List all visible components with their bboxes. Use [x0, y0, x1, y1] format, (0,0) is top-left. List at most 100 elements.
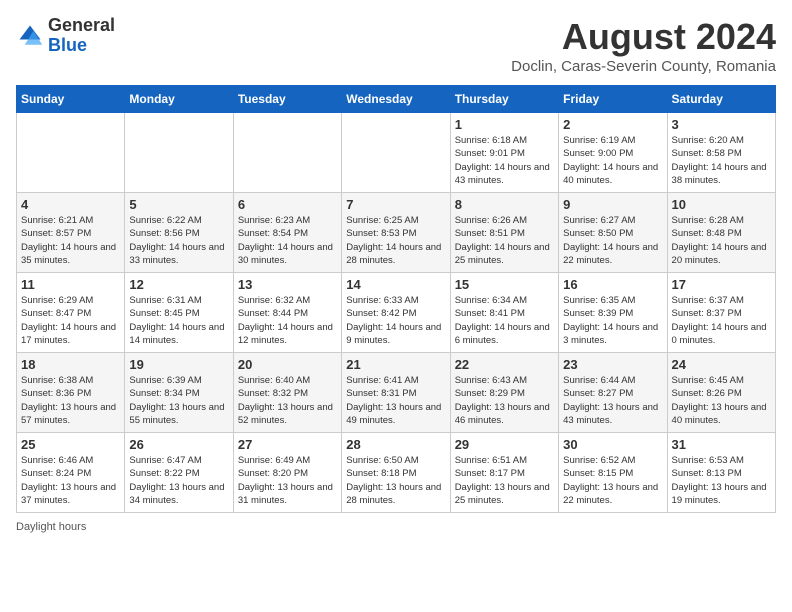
day-info: Sunrise: 6:46 AM Sunset: 8:24 PM Dayligh…	[21, 454, 120, 507]
day-number: 17	[672, 277, 771, 292]
calendar-cell: 21 Sunrise: 6:41 AM Sunset: 8:31 PM Dayli…	[342, 353, 450, 433]
day-number: 25	[21, 437, 120, 452]
weekday-header-saturday: Saturday	[667, 86, 775, 113]
calendar-cell	[17, 113, 125, 193]
day-number: 21	[346, 357, 445, 372]
day-number: 9	[563, 197, 662, 212]
day-info: Sunrise: 6:21 AM Sunset: 8:57 PM Dayligh…	[21, 214, 120, 267]
day-info: Sunrise: 6:27 AM Sunset: 8:50 PM Dayligh…	[563, 214, 662, 267]
day-number: 24	[672, 357, 771, 372]
day-number: 30	[563, 437, 662, 452]
day-number: 26	[129, 437, 228, 452]
day-number: 1	[455, 117, 554, 132]
calendar-cell: 5Sunrise: 6:22 AM Sunset: 8:56 PM Daylig…	[125, 193, 233, 273]
calendar-cell: 2 Sunrise: 6:19 AM Sunset: 9:00 PM Daylig…	[559, 113, 667, 193]
header: General Blue August 2024 Doclin, Caras-S…	[16, 16, 776, 75]
day-number: 10	[672, 197, 771, 212]
weekday-header-monday: Monday	[125, 86, 233, 113]
day-number: 2	[563, 117, 662, 132]
calendar-cell: 30Sunrise: 6:52 AM Sunset: 8:15 PM Dayli…	[559, 433, 667, 513]
calendar-cell: 18 Sunrise: 6:38 AM Sunset: 8:36 PM Dayli…	[17, 353, 125, 433]
calendar-cell: 17 Sunrise: 6:37 AM Sunset: 8:37 PM Dayli…	[667, 273, 775, 353]
day-info: Sunrise: 6:40 AM Sunset: 8:32 PM Dayligh…	[238, 374, 337, 427]
day-number: 28	[346, 437, 445, 452]
calendar-cell: 13Sunrise: 6:32 AM Sunset: 8:44 PM Dayli…	[233, 273, 341, 353]
day-info: Sunrise: 6:43 AM Sunset: 8:29 PM Dayligh…	[455, 374, 554, 427]
day-info: Sunrise: 6:26 AM Sunset: 8:51 PM Dayligh…	[455, 214, 554, 267]
calendar-cell: 15 Sunrise: 6:34 AM Sunset: 8:41 PM Dayli…	[450, 273, 558, 353]
calendar-cell: 27Sunrise: 6:49 AM Sunset: 8:20 PM Dayli…	[233, 433, 341, 513]
day-number: 31	[672, 437, 771, 452]
day-number: 23	[563, 357, 662, 372]
day-number: 11	[21, 277, 120, 292]
day-info: Sunrise: 6:45 AM Sunset: 8:26 PM Dayligh…	[672, 374, 771, 427]
calendar-cell: 20Sunrise: 6:40 AM Sunset: 8:32 PM Dayli…	[233, 353, 341, 433]
main-title: August 2024	[511, 16, 776, 58]
day-info: Sunrise: 6:31 AM Sunset: 8:45 PM Dayligh…	[129, 294, 228, 347]
day-info: Sunrise: 6:20 AM Sunset: 8:58 PM Dayligh…	[672, 134, 771, 187]
weekday-header-sunday: Sunday	[17, 86, 125, 113]
calendar-cell: 28 Sunrise: 6:50 AM Sunset: 8:18 PM Dayli…	[342, 433, 450, 513]
logo: General Blue	[16, 16, 115, 56]
calendar-cell	[342, 113, 450, 193]
day-number: 29	[455, 437, 554, 452]
day-number: 4	[21, 197, 120, 212]
day-number: 6	[238, 197, 337, 212]
day-number: 27	[238, 437, 337, 452]
day-number: 8	[455, 197, 554, 212]
calendar-cell: 29 Sunrise: 6:51 AM Sunset: 8:17 PM Dayli…	[450, 433, 558, 513]
day-info: Sunrise: 6:32 AM Sunset: 8:44 PM Dayligh…	[238, 294, 337, 347]
day-info: Sunrise: 6:41 AM Sunset: 8:31 PM Dayligh…	[346, 374, 445, 427]
weekday-header-row: SundayMondayTuesdayWednesdayThursdayFrid…	[17, 86, 776, 113]
day-info: Sunrise: 6:47 AM Sunset: 8:22 PM Dayligh…	[129, 454, 228, 507]
day-info: Sunrise: 6:25 AM Sunset: 8:53 PM Dayligh…	[346, 214, 445, 267]
weekday-header-thursday: Thursday	[450, 86, 558, 113]
subtitle: Doclin, Caras-Severin County, Romania	[511, 58, 776, 75]
day-info: Sunrise: 6:34 AM Sunset: 8:41 PM Dayligh…	[455, 294, 554, 347]
calendar-cell: 9 Sunrise: 6:27 AM Sunset: 8:50 PM Daylig…	[559, 193, 667, 273]
title-area: August 2024 Doclin, Caras-Severin County…	[511, 16, 776, 75]
calendar-cell: 7 Sunrise: 6:25 AM Sunset: 8:53 PM Daylig…	[342, 193, 450, 273]
day-info: Sunrise: 6:29 AM Sunset: 8:47 PM Dayligh…	[21, 294, 120, 347]
calendar-week-row: 18 Sunrise: 6:38 AM Sunset: 8:36 PM Dayli…	[17, 353, 776, 433]
day-info: Sunrise: 6:51 AM Sunset: 8:17 PM Dayligh…	[455, 454, 554, 507]
calendar-week-row: 11 Sunrise: 6:29 AM Sunset: 8:47 PM Dayli…	[17, 273, 776, 353]
day-info: Sunrise: 6:18 AM Sunset: 9:01 PM Dayligh…	[455, 134, 554, 187]
day-info: Sunrise: 6:44 AM Sunset: 8:27 PM Dayligh…	[563, 374, 662, 427]
calendar-cell	[125, 113, 233, 193]
calendar-week-row: 25 Sunrise: 6:46 AM Sunset: 8:24 PM Dayli…	[17, 433, 776, 513]
day-number: 18	[21, 357, 120, 372]
day-info: Sunrise: 6:50 AM Sunset: 8:18 PM Dayligh…	[346, 454, 445, 507]
day-info: Sunrise: 6:39 AM Sunset: 8:34 PM Dayligh…	[129, 374, 228, 427]
day-info: Sunrise: 6:19 AM Sunset: 9:00 PM Dayligh…	[563, 134, 662, 187]
calendar-cell: 3 Sunrise: 6:20 AM Sunset: 8:58 PM Daylig…	[667, 113, 775, 193]
calendar-cell: 24 Sunrise: 6:45 AM Sunset: 8:26 PM Dayli…	[667, 353, 775, 433]
calendar-cell: 26 Sunrise: 6:47 AM Sunset: 8:22 PM Dayli…	[125, 433, 233, 513]
weekday-header-wednesday: Wednesday	[342, 86, 450, 113]
calendar-cell: 14Sunrise: 6:33 AM Sunset: 8:42 PM Dayli…	[342, 273, 450, 353]
calendar-cell: 8 Sunrise: 6:26 AM Sunset: 8:51 PM Daylig…	[450, 193, 558, 273]
calendar-cell: 12Sunrise: 6:31 AM Sunset: 8:45 PM Dayli…	[125, 273, 233, 353]
calendar-week-row: 1 Sunrise: 6:18 AM Sunset: 9:01 PM Daylig…	[17, 113, 776, 193]
day-number: 3	[672, 117, 771, 132]
day-info: Sunrise: 6:35 AM Sunset: 8:39 PM Dayligh…	[563, 294, 662, 347]
calendar-cell: 6 Sunrise: 6:23 AM Sunset: 8:54 PM Daylig…	[233, 193, 341, 273]
calendar-cell: 22 Sunrise: 6:43 AM Sunset: 8:29 PM Dayli…	[450, 353, 558, 433]
calendar-cell: 19 Sunrise: 6:39 AM Sunset: 8:34 PM Dayli…	[125, 353, 233, 433]
calendar-cell: 31 Sunrise: 6:53 AM Sunset: 8:13 PM Dayli…	[667, 433, 775, 513]
calendar-cell: 11 Sunrise: 6:29 AM Sunset: 8:47 PM Dayli…	[17, 273, 125, 353]
day-number: 22	[455, 357, 554, 372]
logo-text: General Blue	[48, 16, 115, 56]
day-info: Sunrise: 6:53 AM Sunset: 8:13 PM Dayligh…	[672, 454, 771, 507]
day-number: 15	[455, 277, 554, 292]
calendar-week-row: 4 Sunrise: 6:21 AM Sunset: 8:57 PM Daylig…	[17, 193, 776, 273]
day-info: Sunrise: 6:22 AM Sunset: 8:56 PM Dayligh…	[129, 214, 228, 267]
logo-icon	[16, 22, 44, 50]
day-info: Sunrise: 6:23 AM Sunset: 8:54 PM Dayligh…	[238, 214, 337, 267]
day-info: Sunrise: 6:38 AM Sunset: 8:36 PM Dayligh…	[21, 374, 120, 427]
calendar-cell: 10Sunrise: 6:28 AM Sunset: 8:48 PM Dayli…	[667, 193, 775, 273]
day-number: 19	[129, 357, 228, 372]
day-info: Sunrise: 6:37 AM Sunset: 8:37 PM Dayligh…	[672, 294, 771, 347]
day-number: 7	[346, 197, 445, 212]
calendar-table: SundayMondayTuesdayWednesdayThursdayFrid…	[16, 85, 776, 513]
